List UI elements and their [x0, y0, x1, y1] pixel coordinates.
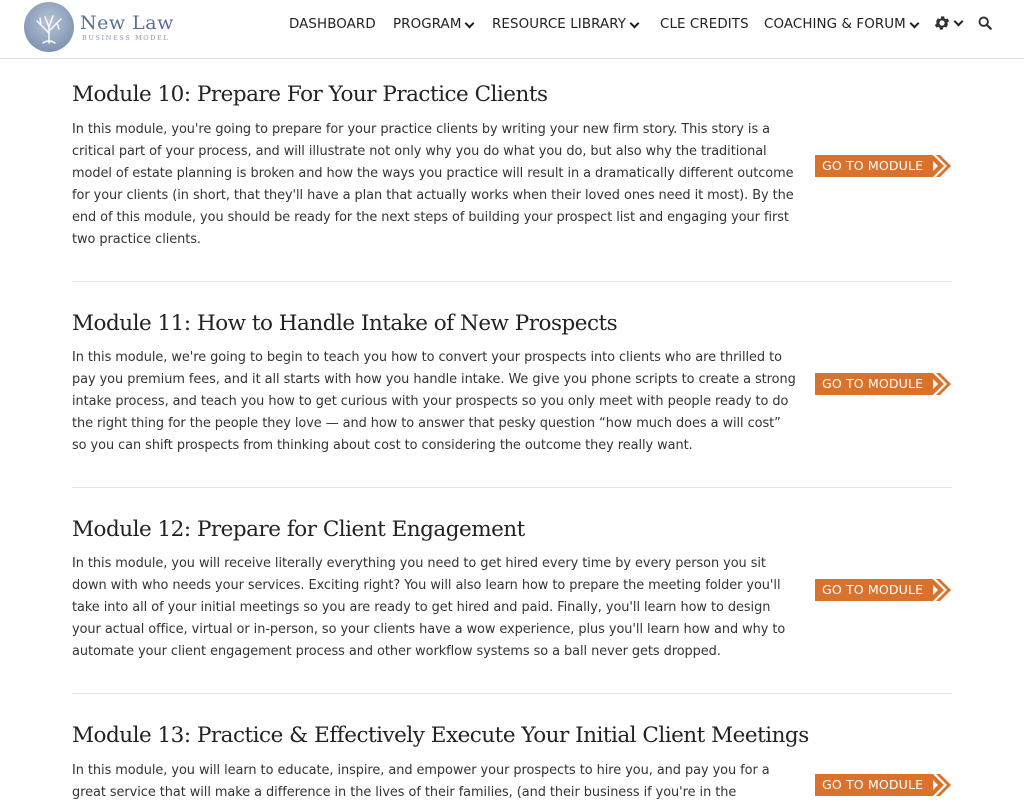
chevron-down-icon — [629, 18, 640, 28]
chevron-down-icon — [465, 18, 475, 28]
go-to-module-button[interactable]: GO TO MODULE — [815, 155, 951, 177]
module-title: Module 11: How to Handle Intake of New P… — [72, 311, 618, 336]
double-chevron-right-icon — [927, 774, 951, 796]
settings-menu-button[interactable] — [933, 14, 964, 32]
module-divider — [72, 487, 952, 488]
module-description: In this module, you're going to prepare … — [72, 122, 794, 247]
module-title: Module 12: Prepare for Client Engagement — [72, 517, 525, 542]
nav-resource-library-label: RESOURCE LIBRARY — [492, 17, 627, 32]
go-to-module-label: GO TO MODULE — [822, 376, 924, 391]
gear-icon — [934, 16, 950, 30]
nav-dashboard-label: DASHBOARD — [289, 17, 376, 32]
go-to-module-label: GO TO MODULE — [822, 582, 924, 597]
go-to-module-button[interactable]: GO TO MODULE — [815, 774, 951, 796]
main-nav: DASHBOARD PROGRAM RESOURCE LIBRARY CLE C… — [0, 15, 1024, 35]
module-description: In this module, you will receive literal… — [72, 556, 786, 659]
search-icon — [978, 16, 992, 30]
brand-tagline: BUSINESS MODEL — [82, 34, 170, 42]
module-description: In this module, we're going to begin to … — [72, 350, 796, 453]
nav-cle-credits-label: CLE CREDITS — [660, 17, 749, 32]
nav-coaching-forum-label: COACHING & FORUM — [764, 17, 906, 32]
module-title: Module 13: Practice & Effectively Execut… — [72, 723, 809, 748]
module-title: Module 10: Prepare For Your Practice Cli… — [72, 82, 548, 107]
nav-coaching-forum[interactable]: COACHING & FORUM — [764, 15, 920, 35]
go-to-module-label: GO TO MODULE — [822, 777, 924, 792]
nav-program-label: PROGRAM — [393, 17, 462, 32]
nav-resource-library[interactable]: RESOURCE LIBRARY — [492, 15, 640, 35]
chevron-down-icon — [953, 16, 964, 26]
module-divider — [72, 281, 952, 282]
go-to-module-label: GO TO MODULE — [822, 158, 924, 173]
nav-program[interactable]: PROGRAM — [393, 15, 475, 35]
double-chevron-right-icon — [927, 579, 951, 601]
go-to-module-button[interactable]: GO TO MODULE — [815, 373, 951, 395]
go-to-module-button[interactable]: GO TO MODULE — [815, 579, 951, 601]
nav-cle-credits[interactable]: CLE CREDITS — [660, 15, 749, 35]
module-divider — [72, 693, 952, 694]
search-button[interactable] — [978, 16, 992, 30]
double-chevron-right-icon — [927, 373, 951, 395]
module-description: In this module, you will learn to educat… — [72, 763, 770, 800]
double-chevron-right-icon — [927, 155, 951, 177]
nav-dashboard[interactable]: DASHBOARD — [289, 15, 376, 35]
chevron-down-icon — [909, 18, 920, 28]
site-header: New Law BUSINESS MODEL DASHBOARD PROGRAM… — [0, 0, 1024, 59]
